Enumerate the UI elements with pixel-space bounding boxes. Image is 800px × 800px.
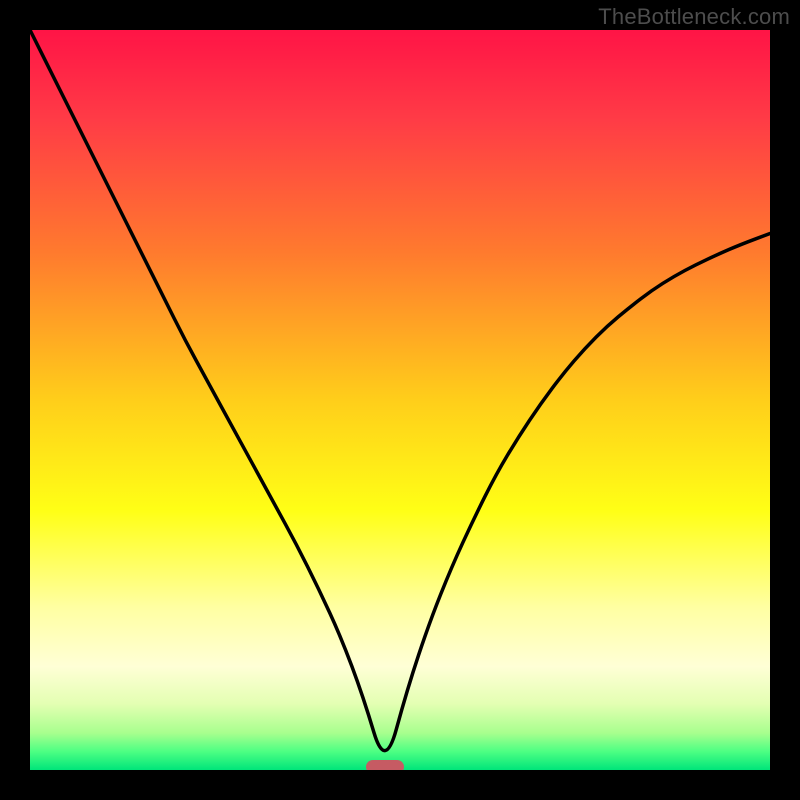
plot-area [30,30,770,770]
bottleneck-curve-path [30,30,770,751]
watermark-text: TheBottleneck.com [598,4,790,30]
chart-frame: TheBottleneck.com [0,0,800,800]
curve-svg [30,30,770,770]
minimum-marker [366,760,404,770]
